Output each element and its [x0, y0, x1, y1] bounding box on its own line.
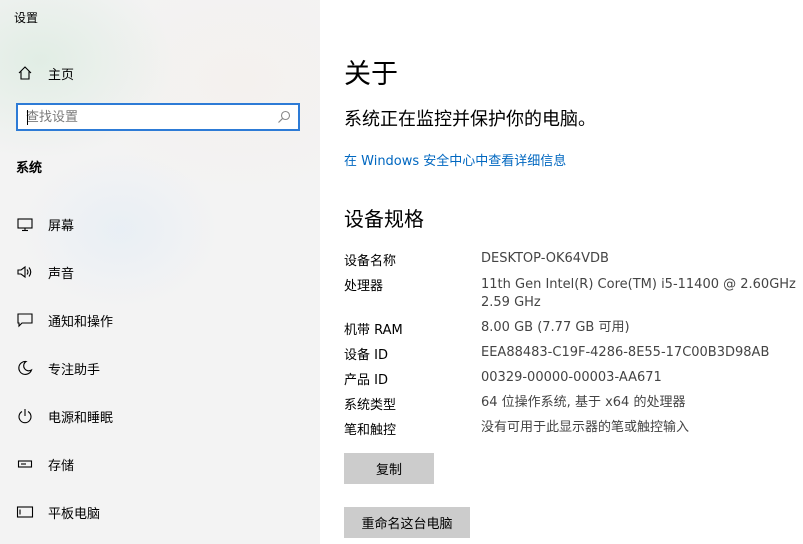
sidebar: 设置 主页 系统 屏幕 声音	[0, 0, 320, 544]
power-icon	[14, 405, 36, 427]
copy-button[interactable]: 复制	[344, 453, 434, 484]
spec-label-pen-touch: 笔和触控	[344, 423, 397, 438]
spec-label-device-name: 设备名称	[344, 254, 397, 269]
text-caret	[27, 110, 28, 125]
settings-window: 设置 主页 系统 屏幕 声音	[0, 0, 803, 544]
sidebar-item-label: 平板电脑	[48, 506, 101, 522]
speaker-icon	[14, 261, 36, 283]
search-box[interactable]	[16, 103, 300, 131]
security-center-link[interactable]: 在 Windows 安全中心中查看详细信息	[344, 150, 566, 169]
sidebar-item-focus-assist[interactable]: 专注助手	[0, 349, 320, 387]
page-title: 关于	[344, 59, 398, 90]
spec-label-processor: 处理器	[344, 279, 384, 294]
rename-pc-button[interactable]: 重命名这台电脑	[344, 507, 470, 538]
notification-icon	[14, 309, 36, 331]
spec-value-pen-touch: 没有可用于此显示器的笔或触控输入	[481, 420, 690, 435]
moon-icon	[14, 357, 36, 379]
sidebar-item-label: 主页	[48, 67, 75, 83]
search-input[interactable]	[26, 108, 266, 126]
search-icon[interactable]	[276, 109, 292, 125]
sidebar-item-label: 存储	[48, 458, 75, 474]
app-title: 设置	[14, 11, 39, 25]
tablet-icon	[14, 501, 36, 523]
spec-value-device-name: DESKTOP-OK64VDB	[481, 251, 609, 266]
section-header: 系统	[16, 161, 43, 176]
sidebar-item-label: 通知和操作	[48, 314, 114, 330]
display-icon	[14, 213, 36, 235]
sidebar-item-sound[interactable]: 声音	[0, 253, 320, 291]
spec-value-system-type: 64 位操作系统, 基于 x64 的处理器	[481, 395, 686, 410]
home-icon	[14, 62, 36, 84]
spec-label-ram: 机带 RAM	[344, 323, 403, 338]
sidebar-item-power[interactable]: 电源和睡眠	[0, 397, 320, 435]
sidebar-item-label: 声音	[48, 266, 75, 282]
spec-value-processor: 11th Gen Intel(R) Core(TM) i5-11400 @ 2.…	[481, 277, 796, 292]
device-specs-heading: 设备规格	[344, 207, 424, 231]
sidebar-item-label: 电源和睡眠	[48, 410, 114, 426]
spec-value-device-id: EEA88483-C19F-4286-8E55-17C00B3D98AB	[481, 345, 770, 360]
sidebar-item-label: 屏幕	[48, 218, 75, 234]
sidebar-item-notifications[interactable]: 通知和操作	[0, 301, 320, 339]
spec-label-system-type: 系统类型	[344, 398, 397, 413]
main-content: 关于 系统正在监控并保护你的电脑。 在 Windows 安全中心中查看详细信息 …	[320, 0, 803, 544]
protection-status-text: 系统正在监控并保护你的电脑。	[344, 109, 596, 130]
sidebar-item-tablet[interactable]: 平板电脑	[0, 493, 320, 531]
sidebar-item-home[interactable]: 主页	[0, 54, 320, 92]
sidebar-item-storage[interactable]: 存储	[0, 445, 320, 483]
spec-label-product-id: 产品 ID	[344, 373, 388, 388]
sidebar-item-label: 专注助手	[48, 362, 101, 378]
storage-icon	[14, 453, 36, 475]
spec-value-product-id: 00329-00000-00003-AA671	[481, 370, 662, 385]
spec-value-ram: 8.00 GB (7.77 GB 可用)	[481, 320, 630, 335]
spec-value-processor-speed: 2.59 GHz	[481, 295, 541, 310]
sidebar-item-display[interactable]: 屏幕	[0, 205, 320, 243]
spec-label-device-id: 设备 ID	[344, 348, 388, 363]
